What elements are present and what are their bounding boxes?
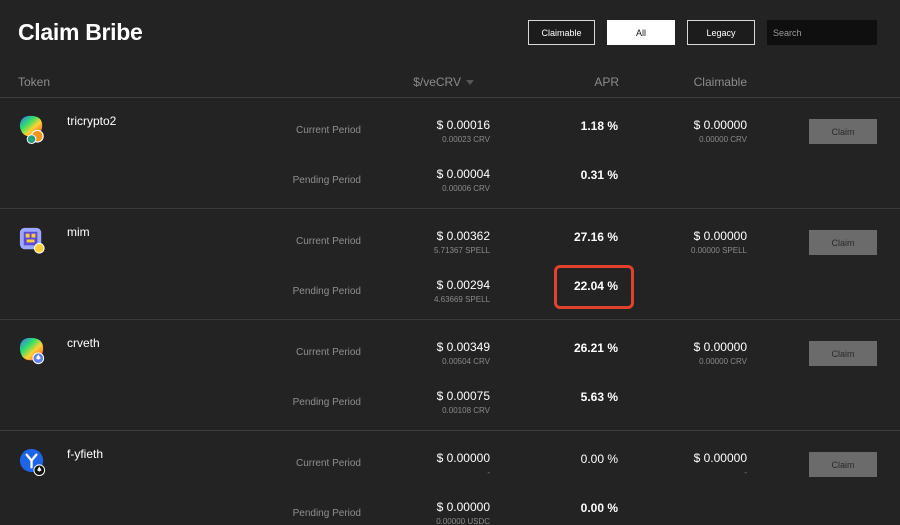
yfieth-icon <box>19 448 46 477</box>
current-price: $ 0.00016 <box>436 118 490 132</box>
pending-apr: 0.00 % <box>580 501 618 515</box>
current-price-sub: 5.71367 SPELL <box>433 246 490 255</box>
pending-price-sub: 0.00000 USDC <box>436 517 490 525</box>
pending-apr: 5.63 % <box>580 390 618 404</box>
pending-period-label: Pending Period <box>292 286 361 297</box>
current-price-sub: 0.00504 CRV <box>442 357 490 366</box>
current-price-sub: - <box>487 468 490 477</box>
current-apr: 1.18 % <box>580 119 618 133</box>
token-name: mim <box>67 225 90 239</box>
claim-button[interactable]: Claim <box>809 119 877 144</box>
pending-price: $ 0.00000 <box>436 500 490 514</box>
pending-price: $ 0.00075 <box>436 389 490 403</box>
claimable-value: $ 0.00000 <box>693 229 747 243</box>
current-apr: 0.00 % <box>580 452 618 466</box>
claimable-value: $ 0.00000 <box>693 118 747 132</box>
token-name: tricrypto2 <box>67 114 117 128</box>
search-input[interactable] <box>767 20 877 45</box>
column-header-claimable: Claimable <box>693 75 747 89</box>
column-header-token: Token <box>18 75 51 89</box>
pending-price-sub: 4.63669 SPELL <box>433 295 490 304</box>
table-row: crveth Current Period $ 0.00349 0.00504 … <box>0 320 900 431</box>
pending-apr: 0.31 % <box>580 168 618 182</box>
current-price: $ 0.00000 <box>436 451 490 465</box>
current-apr: 27.16 % <box>573 230 618 244</box>
current-price-sub: 0.00023 CRV <box>442 135 490 144</box>
token-name: crveth <box>67 336 100 350</box>
pending-period-label: Pending Period <box>292 508 361 519</box>
filter-all-button[interactable]: All <box>607 20 675 45</box>
filter-claimable-button[interactable]: Claimable <box>528 20 595 45</box>
claim-button[interactable]: Claim <box>809 230 877 255</box>
column-header-price[interactable]: $/veCRV <box>413 75 474 89</box>
filter-legacy-button[interactable]: Legacy <box>687 20 755 45</box>
current-price: $ 0.00349 <box>436 340 490 354</box>
column-header-price-label: $/veCRV <box>413 75 461 89</box>
sort-down-icon[interactable] <box>466 80 474 85</box>
pending-price: $ 0.00004 <box>436 167 490 181</box>
mim-icon <box>19 227 45 254</box>
current-period-label: Current Period <box>295 458 361 469</box>
claimable-sub: 0.00000 CRV <box>699 135 747 144</box>
pending-price-sub: 0.00108 CRV <box>442 406 490 415</box>
claimable-sub: - <box>744 468 747 477</box>
table-row: mim Current Period $ 0.00362 5.71367 SPE… <box>0 209 900 320</box>
token-name: f-yfieth <box>67 447 104 461</box>
highlight-box <box>554 265 634 309</box>
claimable-sub: 0.00000 SPELL <box>690 246 747 255</box>
current-period-label: Current Period <box>295 125 361 136</box>
claimable-sub: 0.00000 CRV <box>699 357 747 366</box>
pending-price: $ 0.00294 <box>436 278 490 292</box>
crveth-icon <box>19 337 45 365</box>
pending-period-label: Pending Period <box>292 397 361 408</box>
page-title: Claim Bribe <box>18 19 143 45</box>
table-row: tricrypto2 Current Period $ 0.00016 0.00… <box>0 98 900 209</box>
pending-price-sub: 0.00006 CRV <box>442 184 490 193</box>
current-period-label: Current Period <box>295 347 361 358</box>
claimable-value: $ 0.00000 <box>693 340 747 354</box>
claim-button[interactable]: Claim <box>809 452 877 477</box>
claimable-value: $ 0.00000 <box>693 451 747 465</box>
column-header-apr: APR <box>594 75 619 89</box>
pending-period-label: Pending Period <box>292 175 361 186</box>
table-row: f-yfieth Current Period $ 0.00000 - 0.00… <box>0 431 900 525</box>
current-apr: 26.21 % <box>573 341 618 355</box>
current-period-label: Current Period <box>295 236 361 247</box>
tricrypto-icon <box>19 115 44 144</box>
claim-button[interactable]: Claim <box>809 341 877 366</box>
current-price: $ 0.00362 <box>436 229 490 243</box>
